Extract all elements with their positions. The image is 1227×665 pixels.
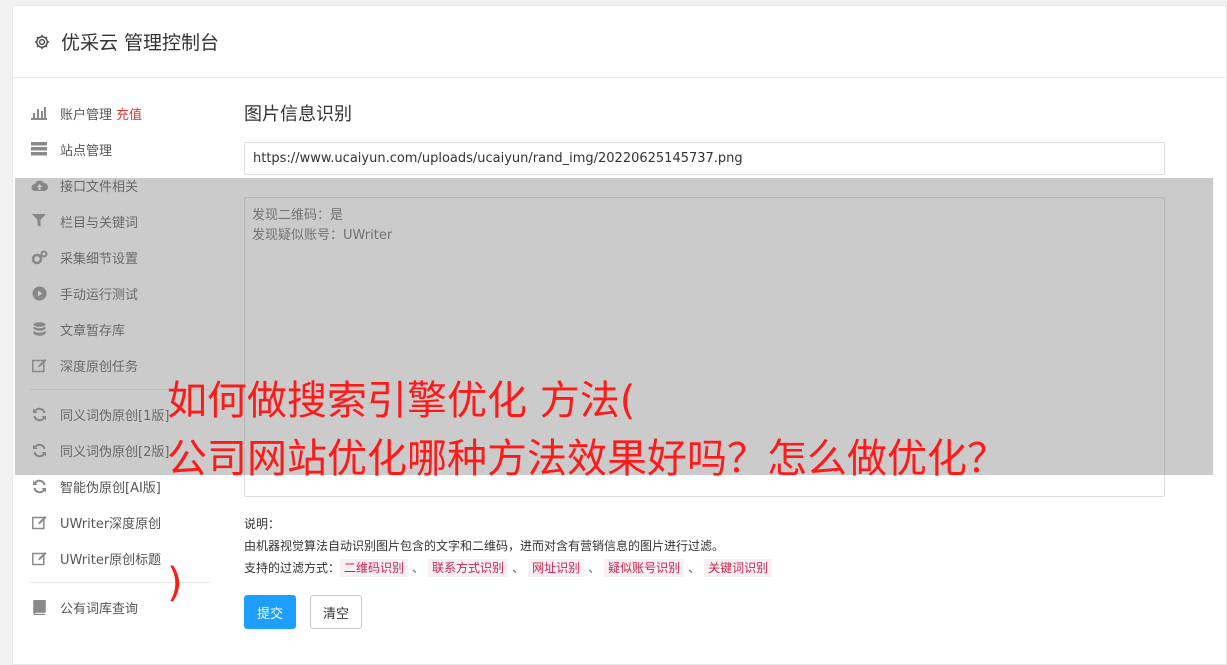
sidebar-item-uwriter-deep[interactable]: UWriter深度原创 xyxy=(30,504,210,540)
sidebar-item-uwriter-title[interactable]: UWriter原创标题 xyxy=(30,540,210,576)
filter-tag-qrcode: 二维码识别 xyxy=(340,559,409,577)
overlay-title-line2: 公司网站优化哪种方法效果好吗？怎么做优化？ xyxy=(167,436,1007,482)
sidebar-item-account[interactable]: 账户管理 充值 xyxy=(30,95,210,131)
refresh-icon xyxy=(30,478,48,494)
edit-icon xyxy=(30,514,48,530)
page-title: 优采云 管理控制台 xyxy=(61,32,220,54)
section-title: 图片信息识别 xyxy=(244,104,352,125)
filter-separator: 、 xyxy=(512,561,525,575)
clear-button[interactable]: 清空 xyxy=(310,595,363,629)
sidebar-item-label: 公有词库查询 xyxy=(60,601,139,617)
filter-methods: 支持的过滤方式： 二维码识别、联系方式识别、网址识别、疑似账号识别、关键词识别 xyxy=(244,557,1165,579)
filter-separator: 、 xyxy=(688,561,701,575)
filter-separator: 、 xyxy=(588,561,601,575)
filter-label: 支持的过滤方式： xyxy=(244,561,341,575)
image-url-input[interactable] xyxy=(244,142,1165,175)
overlay-title-line1: 如何做搜索引擎优化 方法( xyxy=(167,378,636,424)
sidebar-item-label: UWriter深度原创 xyxy=(60,516,162,532)
description: 说明： 由机器视觉算法自动识别图片包含的文字和二维码，进而对含有营销信息的图片进… xyxy=(244,513,1165,579)
sidebar-item-label: 智能伪原创[AI版] xyxy=(60,480,161,496)
sidebar-item-label: UWriter原创标题 xyxy=(60,552,162,568)
submit-button[interactable]: 提交 xyxy=(244,595,297,629)
sidebar-item-public-lexicon[interactable]: 公有词库查询 xyxy=(30,589,210,625)
filter-tag-account: 疑似账号识别 xyxy=(604,559,685,577)
filter-separator: 、 xyxy=(412,561,425,575)
filter-tag-contact: 联系方式识别 xyxy=(428,559,509,577)
desc-text: 由机器视觉算法自动识别图片包含的文字和二维码，进而对含有营销信息的图片进行过滤。 xyxy=(244,539,725,553)
sidebar-item-sites[interactable]: 站点管理 xyxy=(30,131,210,167)
server-icon xyxy=(30,141,48,157)
bar-chart-icon xyxy=(30,105,48,121)
recharge-link[interactable]: 充值 xyxy=(116,104,142,123)
filter-tag-url: 网址识别 xyxy=(528,559,585,577)
edit-icon xyxy=(30,550,48,566)
gear-icon xyxy=(33,33,51,51)
desc-label: 说明： xyxy=(244,517,281,531)
overlay-title-line3: ) xyxy=(167,560,183,606)
sidebar-item-label: 站点管理 xyxy=(60,143,113,159)
overlay-band xyxy=(15,178,1213,475)
sidebar-divider xyxy=(30,582,210,583)
filter-tag-keyword: 关键词识别 xyxy=(704,559,773,577)
button-row: 提交 清空 xyxy=(244,595,1165,629)
sidebar-item-label: 账户管理 xyxy=(60,107,113,123)
book-icon xyxy=(30,599,48,615)
page-header: 优采云 管理控制台 xyxy=(13,6,1226,78)
